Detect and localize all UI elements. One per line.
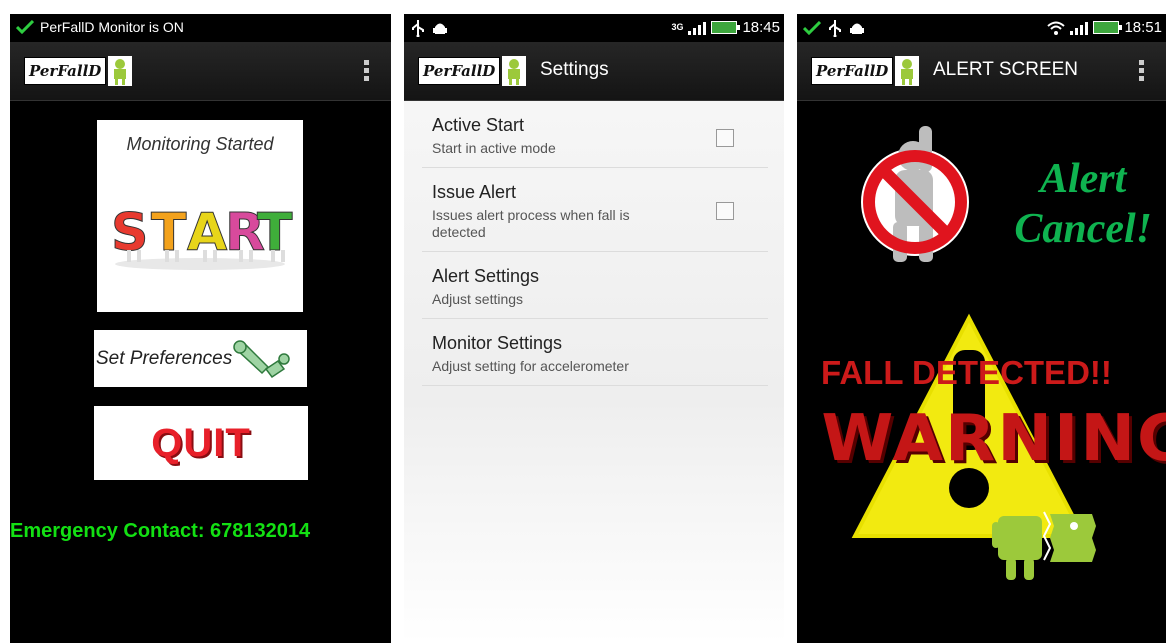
- fall-detected-text: FALL DETECTED!!: [821, 354, 1112, 391]
- wifi-icon: [1047, 21, 1066, 35]
- app-logo: PerFallD: [418, 56, 527, 86]
- main-screen: PerFallD Monitor is ON PerFallD Monitori…: [10, 14, 391, 643]
- settings-screen: 3G 18:45 PerFallD Settings Active Start …: [404, 14, 784, 643]
- status-bar: 3G 18:45: [404, 14, 784, 42]
- battery-icon: [1093, 21, 1123, 34]
- screen-title: ALERT SCREEN: [933, 59, 1079, 80]
- battery-icon: [711, 21, 741, 34]
- setting-subtitle: Adjust settings: [432, 291, 524, 307]
- setting-subtitle: Adjust setting for accelerometer: [432, 358, 629, 374]
- setting-monitor-settings[interactable]: Monitor Settings Adjust setting for acce…: [422, 319, 768, 386]
- action-bar: PerFallD Settings: [404, 42, 784, 101]
- broken-android-icon: [992, 511, 1096, 580]
- status-bar: PerFallD Monitor is ON: [10, 14, 391, 42]
- logo-text: PerFallD: [418, 57, 501, 85]
- start-graphic: S T A R T: [111, 203, 293, 270]
- android-mascot-icon: [502, 56, 527, 86]
- warning-text: WARNING: [821, 402, 1166, 476]
- issue-alert-checkbox[interactable]: [716, 202, 734, 220]
- android-mascot-icon: [108, 56, 133, 86]
- app-logo: PerFallD: [811, 56, 920, 86]
- clock: 18:51: [1124, 19, 1162, 36]
- cancel-line-1: Alert: [1039, 156, 1127, 202]
- app-logo: PerFallD: [24, 56, 133, 86]
- setting-subtitle: Issues alert process when fall is detect…: [432, 207, 630, 240]
- preferences-label: Set Preferences: [96, 347, 233, 369]
- quit-button[interactable]: QUIT: [94, 406, 308, 480]
- active-start-checkbox[interactable]: [716, 129, 734, 147]
- action-bar: PerFallD: [10, 42, 391, 101]
- overflow-menu-icon[interactable]: [1139, 60, 1144, 81]
- signal-icon: [688, 21, 707, 35]
- status-text: PerFallD Monitor is ON: [40, 19, 184, 35]
- setting-issue-alert[interactable]: Issue Alert Issues alert process when fa…: [422, 168, 768, 252]
- clock: 18:45: [742, 19, 780, 36]
- start-monitoring-button[interactable]: Monitoring Started S T A R T: [97, 120, 303, 312]
- android-debug-icon: [433, 23, 447, 34]
- overflow-menu-icon[interactable]: [364, 60, 369, 81]
- alert-cancel-text[interactable]: Alert Cancel!: [1014, 154, 1152, 254]
- start-letter-a: A: [187, 203, 227, 263]
- check-icon: [803, 21, 821, 35]
- setting-title: Alert Settings: [432, 266, 540, 286]
- quit-label: QUIT: [151, 421, 251, 465]
- start-card-caption: Monitoring Started: [126, 134, 274, 154]
- setting-alert-settings[interactable]: Alert Settings Adjust settings: [422, 252, 768, 319]
- settings-list: Active Start Start in active mode Issue …: [404, 101, 784, 643]
- android-mascot-icon: [895, 56, 920, 86]
- network-type-label: 3G: [671, 22, 684, 32]
- set-preferences-button[interactable]: Set Preferences: [94, 330, 307, 387]
- setting-title: Monitor Settings: [432, 333, 563, 353]
- logo-text: PerFallD: [24, 57, 107, 85]
- cancel-alert-button[interactable]: [857, 118, 979, 268]
- android-debug-icon: [850, 23, 864, 34]
- logo-text: PerFallD: [811, 57, 894, 85]
- tools-icon: [233, 339, 290, 378]
- status-bar: 18:51: [797, 14, 1166, 42]
- emergency-contact: Emergency Contact: 678132014: [10, 520, 311, 542]
- setting-active-start[interactable]: Active Start Start in active mode: [422, 101, 768, 168]
- check-icon: [16, 20, 34, 34]
- usb-icon: [829, 20, 841, 37]
- alert-screen: 18:51 PerFallD ALERT SCREEN Alert Cancel…: [797, 14, 1166, 643]
- cancel-line-2: Cancel!: [1014, 206, 1152, 252]
- action-bar: PerFallD ALERT SCREEN: [797, 42, 1166, 101]
- screen-title: Settings: [540, 59, 609, 80]
- usb-icon: [412, 20, 424, 37]
- setting-title: Issue Alert: [432, 182, 517, 202]
- signal-icon: [1070, 21, 1089, 35]
